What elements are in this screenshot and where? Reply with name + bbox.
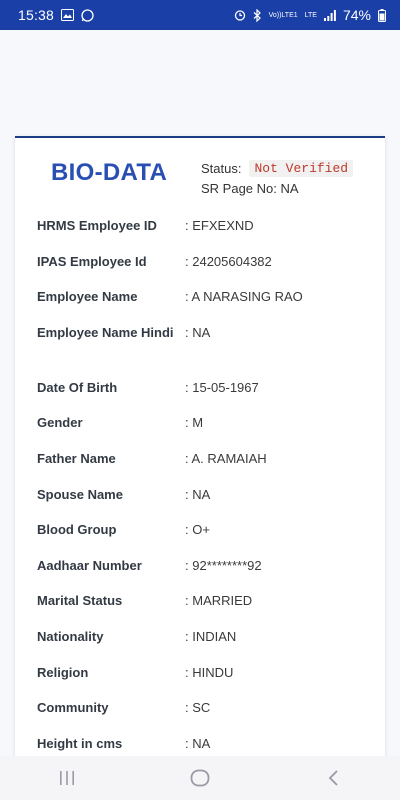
volte-indicator: Vo)) LTE1 xyxy=(269,12,298,19)
volte-label-top: Vo)) xyxy=(268,11,282,19)
field-value: NA xyxy=(185,734,210,753)
field-label: Aadhaar Number xyxy=(37,557,142,573)
bluetooth-icon xyxy=(253,8,262,22)
field-row-blood-group: Blood Group O+ xyxy=(15,520,385,556)
field-label: Date Of Birth xyxy=(37,379,118,395)
navigation-bar xyxy=(0,756,400,800)
field-row-employee-name-hindi: Employee Name Hindi NA xyxy=(15,323,385,378)
field-row-father-name: Father Name A. RAMAIAH xyxy=(15,449,385,485)
field-label: Spouse Name xyxy=(37,486,123,502)
volte-label-bottom: LTE1 xyxy=(281,11,298,19)
home-icon xyxy=(190,769,210,787)
bio-data-card: BIO-DATA Status: Not Verified SR Page No… xyxy=(15,136,385,778)
home-button[interactable] xyxy=(180,763,220,793)
field-label: HRMS Employee ID xyxy=(37,218,157,233)
page-title: BIO-DATA xyxy=(51,159,168,186)
field-row-marital-status: Marital Status MARRIED xyxy=(15,591,385,627)
status-bar: 15:38 Vo)) LTE1 LTE 74% xyxy=(0,0,400,30)
field-label: Employee Name Hindi xyxy=(37,324,174,340)
battery-icon xyxy=(378,8,386,22)
field-label: Nationality xyxy=(37,628,104,644)
field-row-religion: Religion HINDU xyxy=(15,663,385,699)
field-label: Community xyxy=(37,700,109,716)
status-bar-right: Vo)) LTE1 LTE 74% xyxy=(234,7,386,23)
whatsapp-notification-icon xyxy=(81,8,94,22)
card-header: BIO-DATA Status: Not Verified SR Page No… xyxy=(15,138,385,202)
lte-indicator: LTE xyxy=(305,12,317,19)
field-row-nationality: Nationality INDIAN xyxy=(15,627,385,663)
field-row-community: Community SC xyxy=(15,698,385,734)
field-row-spouse-name: Spouse Name NA xyxy=(15,485,385,521)
field-label: Father Name xyxy=(37,450,116,466)
field-value: INDIAN xyxy=(185,627,236,646)
clock: 15:38 xyxy=(18,7,55,23)
field-row-ipas-id: IPAS Employee Id 24205604382 xyxy=(15,252,385,288)
sr-page-number: SR Page No: NA xyxy=(201,181,299,196)
field-value: MARRIED xyxy=(185,591,252,610)
status-line: Status: Not Verified xyxy=(201,159,354,177)
field-value: O+ xyxy=(185,520,210,539)
field-value: NA xyxy=(185,323,210,342)
field-value: A NARASING RAO xyxy=(185,287,303,306)
field-row-gender: Gender M xyxy=(15,413,385,449)
field-label: IPAS Employee Id xyxy=(37,253,147,269)
alarm-icon xyxy=(234,9,246,21)
status-label: Status: xyxy=(201,160,242,176)
field-label: Employee Name xyxy=(37,289,138,305)
field-label: Marital Status xyxy=(37,593,123,609)
field-label: Gender xyxy=(37,415,83,431)
field-label: Blood Group xyxy=(37,522,117,538)
field-value: HINDU xyxy=(185,663,233,682)
field-list: HRMS Employee ID EFXEXND IPAS Employee I… xyxy=(15,216,385,769)
field-value: EFXEXND xyxy=(185,216,253,235)
field-row-date-of-birth: Date Of Birth 15-05-1967 xyxy=(15,378,385,414)
status-block: Status: Not Verified SR Page No: NA xyxy=(201,159,354,199)
back-button[interactable] xyxy=(313,763,353,793)
field-value: 92********92 xyxy=(185,556,261,575)
field-value: NA xyxy=(185,485,210,504)
battery-percent: 74% xyxy=(342,7,371,23)
field-row-aadhaar-number: Aadhaar Number 92********92 xyxy=(15,556,385,592)
field-label: Religion xyxy=(37,664,89,680)
field-row-hrms-id: HRMS Employee ID EFXEXND xyxy=(15,216,385,252)
status-badge: Not Verified xyxy=(249,159,354,177)
field-value: SC xyxy=(185,698,210,717)
field-value: 24205604382 xyxy=(185,252,272,271)
recent-apps-icon xyxy=(59,771,74,785)
field-label: Height in cms xyxy=(37,735,123,751)
field-value: 15-05-1967 xyxy=(185,378,259,397)
recent-apps-button[interactable] xyxy=(47,763,87,793)
back-icon xyxy=(329,770,338,786)
status-bar-left: 15:38 xyxy=(18,7,94,23)
gallery-notification-icon xyxy=(61,9,75,21)
field-value: A. RAMAIAH xyxy=(185,449,267,468)
lte-label: LTE xyxy=(304,11,317,19)
field-value: M xyxy=(185,413,203,432)
field-row-employee-name: Employee Name A NARASING RAO xyxy=(15,287,385,323)
signal-icon xyxy=(323,9,336,21)
